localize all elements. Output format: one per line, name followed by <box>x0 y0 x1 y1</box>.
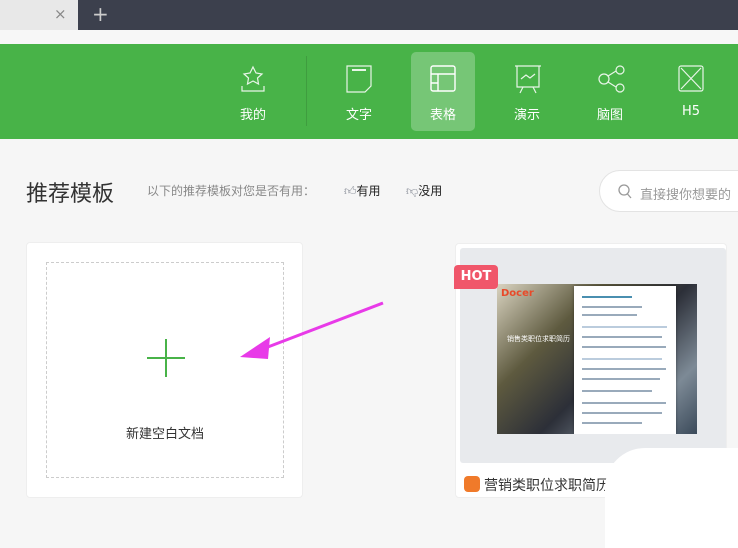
page-title: 推荐模板 <box>26 182 115 207</box>
presentation-icon <box>515 65 541 94</box>
feedback-prompt: 以下的推荐模板对您是否有用： <box>147 184 316 198</box>
new-tab-button[interactable]: + <box>92 2 109 26</box>
docer-logo: Docer <box>501 288 534 299</box>
nav-item-mindmap[interactable]: 脑图 <box>578 52 642 131</box>
nav-divider <box>306 56 307 126</box>
preview-caption: 销售类职位求职简历 <box>507 335 570 343</box>
table-icon <box>430 65 456 92</box>
mindmap-icon <box>598 65 625 93</box>
template-name[interactable]: 营销类职位求职简历 <box>484 475 610 495</box>
useless-button[interactable]: 👎︎没用 <box>406 182 442 199</box>
nav-item-spreadsheet[interactable]: 表格 <box>411 52 475 131</box>
nav-item-mine[interactable]: 我的 <box>221 52 285 131</box>
nav-item-presentation[interactable]: 演示 <box>495 52 559 131</box>
docer-icon <box>464 476 480 492</box>
annotation-arrow-icon <box>240 301 384 359</box>
nav-item-text[interactable]: 文字 <box>327 52 391 131</box>
nav-item-h5[interactable]: H5 <box>659 52 723 131</box>
search-input[interactable]: 直接搜你想要的 <box>599 170 738 212</box>
document-icon <box>346 65 372 93</box>
overlay-watermark <box>605 448 738 548</box>
close-tab-icon[interactable]: × <box>54 5 67 23</box>
resume-page <box>574 286 676 434</box>
new-blank-doc-card[interactable]: 新建空白文档 <box>26 242 303 498</box>
search-icon <box>618 184 632 199</box>
star-icon <box>241 65 265 92</box>
template-preview-image: Docer 销售类职位求职简历 <box>497 284 697 434</box>
category-nav: 我的 文字 表格 演示 脑图 H5 <box>0 44 738 139</box>
new-doc-label: 新建空白文档 <box>125 427 204 442</box>
tab-bar <box>0 0 738 30</box>
thumbs-down-icon: 👎︎ <box>406 184 419 198</box>
h5-icon <box>678 65 704 92</box>
hot-badge: HOT <box>454 265 498 289</box>
toolbar-strip <box>0 30 738 44</box>
useful-button[interactable]: 👍︎有用 <box>344 182 381 199</box>
template-thumbnail[interactable]: Docer 销售类职位求职简历 <box>460 248 726 463</box>
thumbs-up-icon: 👍︎ <box>344 184 357 198</box>
plus-icon <box>147 339 185 377</box>
